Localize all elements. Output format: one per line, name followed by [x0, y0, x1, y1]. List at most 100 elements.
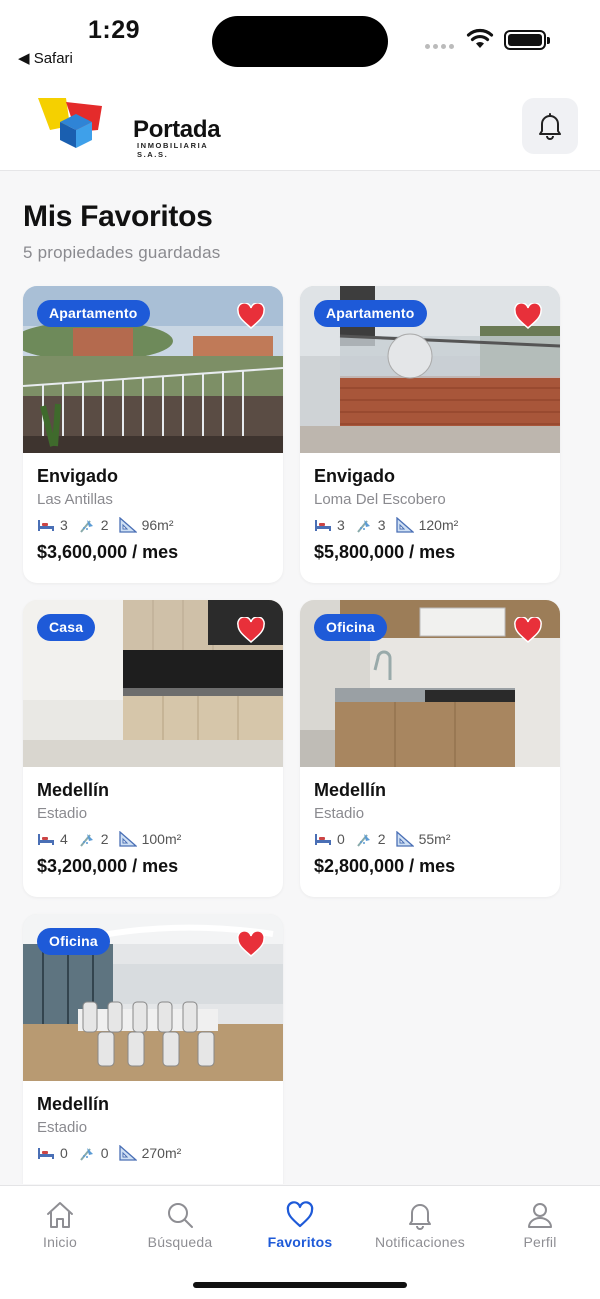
property-type-badge: Apartamento: [314, 300, 427, 327]
property-neighborhood: Estadio: [37, 805, 88, 822]
property-card[interactable]: Apartamento Envigado Las Antillas 3 2 96: [23, 286, 283, 583]
property-type-badge: Apartamento: [37, 300, 150, 327]
ruler-triangle-icon: [395, 517, 414, 533]
property-card[interactable]: Oficina Medellín Estadio 0 0 270m²: [23, 914, 283, 1184]
search-icon: [168, 1203, 193, 1228]
status-bar: 1:29 ◀ Safari: [0, 0, 600, 80]
shower-icon: [357, 520, 370, 533]
area-value: 96m²: [141, 517, 174, 533]
saved-count: 5 propiedades guardadas: [23, 243, 221, 262]
area-feature: 55m²: [395, 831, 451, 847]
property-price: $3,200,000 / mes: [37, 856, 179, 876]
property-city: Envigado: [37, 466, 119, 486]
tab-favoritos[interactable]: Favoritos: [240, 1200, 360, 1250]
area-value: 55m²: [418, 831, 451, 847]
beds-count: 0: [337, 831, 345, 847]
tab-inicio[interactable]: Inicio: [0, 1200, 120, 1250]
status-time: 1:29: [88, 16, 141, 44]
beds-count: 3: [60, 517, 68, 533]
home-indicator[interactable]: [193, 1282, 407, 1288]
baths-count: 2: [100, 517, 109, 533]
tab-label: Notificaciones: [375, 1234, 465, 1250]
bed-icon: [315, 834, 331, 845]
property-neighborhood: Las Antillas: [37, 491, 113, 508]
heart-icon: [286, 1201, 314, 1228]
shower-icon: [80, 520, 93, 533]
tab-label: Inicio: [43, 1234, 77, 1250]
page-title: Mis Favoritos: [23, 200, 213, 233]
bed-icon: [315, 520, 331, 531]
beds-count: 4: [60, 831, 68, 847]
beds-count: 3: [337, 517, 345, 533]
beds-feature: 4: [37, 831, 68, 847]
property-city: Medellín: [37, 1094, 110, 1114]
bed-icon: [38, 834, 54, 845]
baths-feature: 3: [355, 517, 386, 533]
dynamic-island: [212, 16, 388, 67]
bed-icon: [38, 1148, 54, 1159]
property-photo: Oficina: [23, 914, 283, 1081]
tab-label: Favoritos: [267, 1234, 333, 1250]
logo-name: Portada: [133, 116, 221, 143]
tab-perfil[interactable]: Perfil: [480, 1200, 600, 1250]
heart-filled-icon[interactable]: [237, 303, 265, 329]
property-city: Envigado: [314, 466, 396, 486]
area-value: 100m²: [141, 831, 182, 847]
property-neighborhood: Loma Del Escobero: [314, 491, 446, 508]
property-city: Medellín: [314, 780, 387, 800]
property-card[interactable]: Apartamento Envigado Loma Del Escobero 3…: [300, 286, 560, 583]
property-type-badge: Oficina: [314, 614, 387, 641]
property-city: Medellín: [37, 780, 110, 800]
property-type-badge: Casa: [37, 614, 96, 641]
notifications-button[interactable]: [522, 98, 578, 154]
baths-count: 2: [100, 831, 109, 847]
ruler-triangle-icon: [118, 1145, 137, 1161]
baths-feature: 0: [78, 1145, 109, 1161]
beds-count: 0: [60, 1145, 68, 1161]
baths-feature: 2: [78, 517, 109, 533]
portada-logo[interactable]: Portada INMOBILIARIA S.A.S.: [36, 96, 221, 159]
beds-feature: 3: [37, 517, 68, 533]
area-feature: 100m²: [118, 831, 182, 847]
bed-icon: [38, 520, 54, 531]
bell-icon: [539, 113, 561, 140]
tab-label: Búsqueda: [147, 1234, 213, 1250]
property-photo: Oficina: [300, 600, 560, 767]
property-photo: Apartamento: [300, 286, 560, 453]
property-neighborhood: Estadio: [314, 805, 365, 822]
property-photo: Casa: [23, 600, 283, 767]
property-photo: Apartamento: [23, 286, 283, 453]
battery-icon: [504, 30, 550, 50]
favorites-content[interactable]: Mis Favoritos 5 propiedades guardadas Ap…: [0, 172, 600, 1184]
shower-icon: [80, 834, 93, 847]
beds-feature: 0: [314, 831, 345, 847]
area-feature: 270m²: [118, 1145, 182, 1161]
baths-feature: 2: [355, 831, 386, 847]
heart-filled-icon[interactable]: [514, 617, 542, 643]
baths-count: 3: [377, 517, 386, 533]
app-header: Portada INMOBILIARIA S.A.S.: [0, 80, 600, 171]
property-card[interactable]: Casa Medellín Estadio 4 2 100m² $3,200,0…: [23, 600, 283, 897]
back-to-safari-link[interactable]: ◀ Safari: [18, 49, 73, 67]
area-feature: 120m²: [395, 517, 459, 533]
shower-icon: [357, 834, 370, 847]
beds-feature: 0: [37, 1145, 68, 1161]
area-feature: 96m²: [118, 517, 174, 533]
heart-filled-icon[interactable]: [237, 617, 265, 643]
signal-icon: [425, 44, 454, 49]
logo-subtitle: INMOBILIARIA S.A.S.: [137, 141, 209, 159]
home-icon: [47, 1202, 73, 1228]
tab-label: Perfil: [523, 1234, 557, 1250]
tab-busqueda[interactable]: Búsqueda: [120, 1200, 240, 1250]
area-value: 120m²: [418, 517, 459, 533]
property-price: $2,800,000 / mes: [314, 856, 456, 876]
tab-notificaciones[interactable]: Notificaciones: [360, 1200, 480, 1250]
area-value: 270m²: [141, 1145, 182, 1161]
heart-filled-icon[interactable]: [237, 931, 265, 957]
baths-count: 0: [100, 1145, 109, 1161]
baths-count: 2: [377, 831, 386, 847]
bottom-tab-bar: Inicio Búsqueda Favoritos Notificaciones…: [0, 1185, 600, 1299]
shower-icon: [80, 1148, 93, 1161]
heart-filled-icon[interactable]: [514, 303, 542, 329]
property-card[interactable]: Oficina Medellín Estadio 0 2 55m² $2,800…: [300, 600, 560, 897]
